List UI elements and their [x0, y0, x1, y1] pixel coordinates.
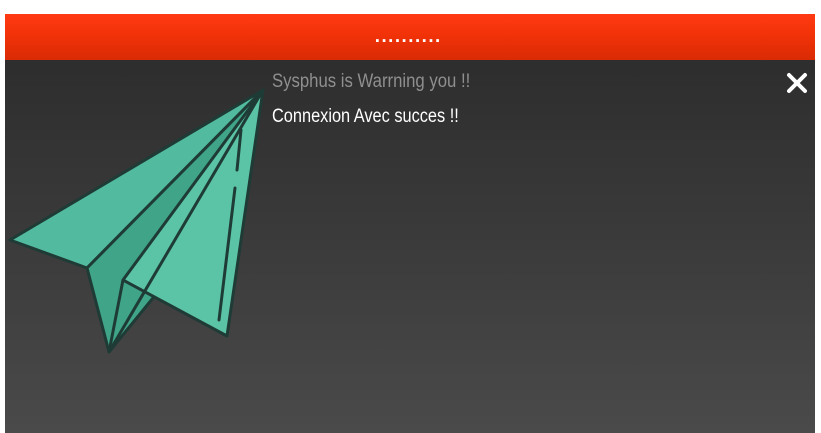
paper-plane-icon [8, 88, 265, 354]
notification-message: Connexion Avec succes !! [272, 106, 459, 127]
window-title: .......... [374, 28, 442, 46]
notification-window: .......... Sysphus is Warrning you !! Co… [5, 14, 815, 433]
close-icon[interactable] [784, 70, 810, 96]
title-bar[interactable]: .......... [5, 14, 815, 60]
warning-heading: Sysphus is Warrning you !! [272, 71, 471, 92]
